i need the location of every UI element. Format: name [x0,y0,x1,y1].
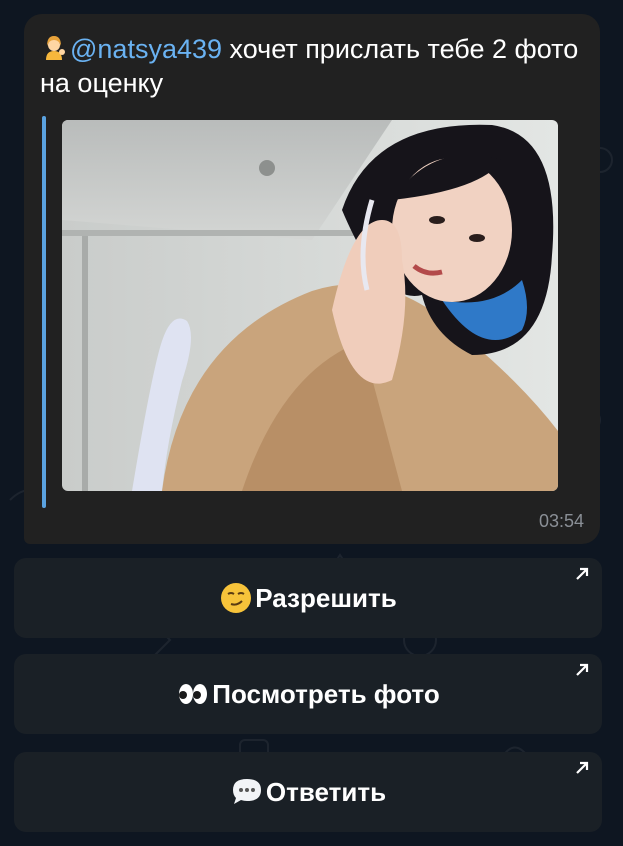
reply-button[interactable]: Ответить [14,752,602,832]
eyes-icon [179,684,208,704]
photo-illustration [62,120,558,491]
arrow-up-right-icon [576,663,589,676]
message-bubble: @natsya439 хочет прислать тебе 2 фото на… [24,14,600,544]
speech-balloon-icon [232,779,261,804]
user-mention-link[interactable]: @natsya439 [70,34,222,64]
reply-button-label: Ответить [265,776,387,807]
arrow-up-right-icon [576,761,589,774]
view-photo-button[interactable]: Посмотреть фото [14,654,602,734]
smirking-face-icon [221,583,252,613]
view-photo-button-label: Посмотреть фото [212,678,440,709]
message-text: @natsya439 хочет прислать тебе 2 фото на… [40,32,580,100]
allow-button[interactable]: Разрешить [14,558,602,638]
shared-photo[interactable] [62,120,558,491]
arrow-up-right-icon [576,567,589,580]
message-timestamp: 03:54 [538,511,584,531]
quote-bar [42,116,46,508]
person-tipping-hand-icon [46,36,65,60]
allow-button-label: Разрешить [255,582,397,613]
